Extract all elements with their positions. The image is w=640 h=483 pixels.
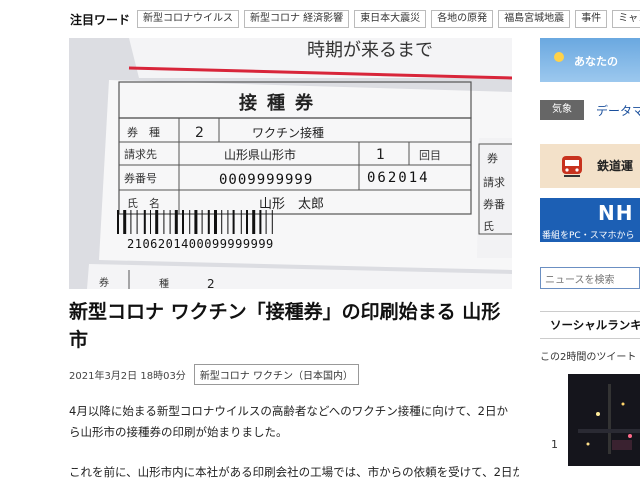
label-name: 氏 名: [127, 196, 160, 210]
train-icon: [562, 156, 582, 177]
value-ticket-num: 2: [195, 125, 204, 141]
tag-earthquake-311[interactable]: 東日本大震災: [354, 10, 427, 28]
barcode-number: 2106201400099999999: [127, 237, 274, 251]
barcode-bar: [155, 210, 159, 234]
rank-number: 1: [551, 438, 558, 451]
weather-badge: 気象: [540, 100, 584, 120]
article-category-link[interactable]: 新型コロナ ワクチン（日本国内）: [193, 364, 359, 385]
barcode-bar: [130, 210, 132, 234]
label-ticket-number: 券番号: [124, 171, 157, 185]
article-meta: 2021年3月2日 18時03分 新型コロナ ワクチン（日本国内）: [69, 364, 359, 385]
attention-tags: 新型コロナウイルス 新型コロナ 経済影響 東日本大震災 各地の原発 福島宮城地震…: [137, 10, 640, 28]
weather-sun-icon: [554, 52, 564, 62]
train-info-text: 鉄道運: [597, 159, 634, 173]
value-name: 山形 太郎: [259, 197, 324, 212]
nhk-logo: NH: [598, 201, 634, 225]
ranking-thumbnail-image: [568, 374, 640, 466]
value-dose-num: 1: [376, 147, 385, 163]
tag-nuclear[interactable]: 各地の原発: [431, 10, 494, 28]
value-ticket-type: ワクチン接種: [252, 125, 324, 140]
bottom-label-ticket: 券: [99, 276, 109, 289]
barcode-bar: [214, 210, 217, 234]
barcode-bar: [271, 210, 273, 234]
barcode-bar: [232, 210, 235, 234]
barcode-bar: [169, 210, 171, 234]
social-ranking-title: ソーシャルランキ: [550, 318, 640, 332]
value-area-code: 062014: [367, 170, 430, 186]
barcode-bar: [174, 210, 178, 234]
ticket-title: 接種券: [239, 92, 323, 114]
label-ticket-type: 券 種: [127, 125, 160, 139]
barcode-bar: [143, 210, 146, 234]
social-ranking-subtitle: この2時間のツイート: [540, 352, 637, 363]
barcode-bar: [136, 210, 138, 234]
social-ranking-header: ソーシャルランキ: [540, 311, 640, 339]
barcode-bar: [252, 210, 256, 234]
barcode-bar: [201, 210, 203, 234]
barcode-bar: [259, 210, 262, 234]
bottom-num: 2: [207, 277, 215, 289]
tag-myanmar[interactable]: ミャンマ: [612, 10, 640, 28]
barcode-bar: [182, 210, 184, 234]
barcode-bar: [246, 210, 248, 234]
right-label-name: 氏: [483, 220, 494, 233]
right-label-ticket: 券: [487, 151, 498, 165]
article-date: 2021年3月2日 18時03分: [69, 371, 186, 382]
tag-fukushima-miyagi[interactable]: 福島宮城地震: [498, 10, 571, 28]
ranking-thumbnail[interactable]: [568, 374, 640, 466]
barcode-bar: [240, 210, 242, 234]
weather-data-row: 気象 データマ: [540, 100, 640, 122]
label-billing: 請求先: [124, 147, 157, 161]
article-paragraph-1: 4月以降に始まる新型コロナウイルスの高齢者などへのワクチン接種に向けて、2日から…: [69, 404, 508, 439]
article-photo: 時期が来るまで 接種券 券 種 2 ワクチン接種 請求先 山形県山形市 1 回目…: [69, 38, 512, 289]
right-label-billing: 請求: [483, 175, 505, 189]
tag-covid-economy[interactable]: 新型コロナ 経済影響: [244, 10, 350, 28]
attention-words-bar: 注目ワード 新型コロナウイルス 新型コロナ 経済影響 東日本大震災 各地の原発 …: [0, 0, 640, 38]
news-search-input[interactable]: [541, 271, 640, 290]
value-dose-unit: 回目: [419, 149, 441, 162]
value-ticket-number: 0009999999: [219, 172, 313, 188]
tag-incident[interactable]: 事件: [575, 10, 608, 28]
weather-banner[interactable]: あなたの: [540, 38, 640, 82]
barcode-bar: [189, 210, 191, 234]
vaccination-ticket-photo: 時期が来るまで 接種券 券 種 2 ワクチン接種 請求先 山形県山形市 1 回目…: [69, 38, 512, 289]
barcode-bar: [207, 210, 210, 234]
weather-data-link[interactable]: データマ: [596, 102, 640, 119]
right-label-number: 券番: [483, 197, 505, 211]
barcode-bar: [194, 210, 198, 234]
barcode-bar: [163, 210, 165, 234]
barcode-bar: [221, 210, 223, 234]
train-info-banner[interactable]: 鉄道運: [540, 144, 640, 188]
value-billing: 山形県山形市: [224, 147, 296, 162]
barcode-bar: [265, 210, 267, 234]
barcode-bar: [123, 210, 127, 234]
nhk-plus-banner[interactable]: NH 番組をPC・スマホから: [540, 198, 640, 242]
barcode-bar: [227, 210, 229, 234]
attention-words-label: 注目ワード: [70, 13, 131, 27]
tag-covid[interactable]: 新型コロナウイルス: [137, 10, 239, 28]
barcode-bar: [150, 210, 151, 234]
back-sheet-text: 時期が来るまで: [307, 40, 433, 61]
article-headline: 新型コロナ ワクチン「接種券」の印刷始まる 山形市: [69, 301, 501, 351]
barcode-bar: [117, 210, 119, 234]
news-search-box: [540, 267, 640, 290]
weather-banner-text: あなたの: [574, 55, 618, 68]
bottom-label-type: 種: [159, 277, 169, 289]
nhk-banner-subtext: 番組をPC・スマホから: [542, 231, 635, 241]
